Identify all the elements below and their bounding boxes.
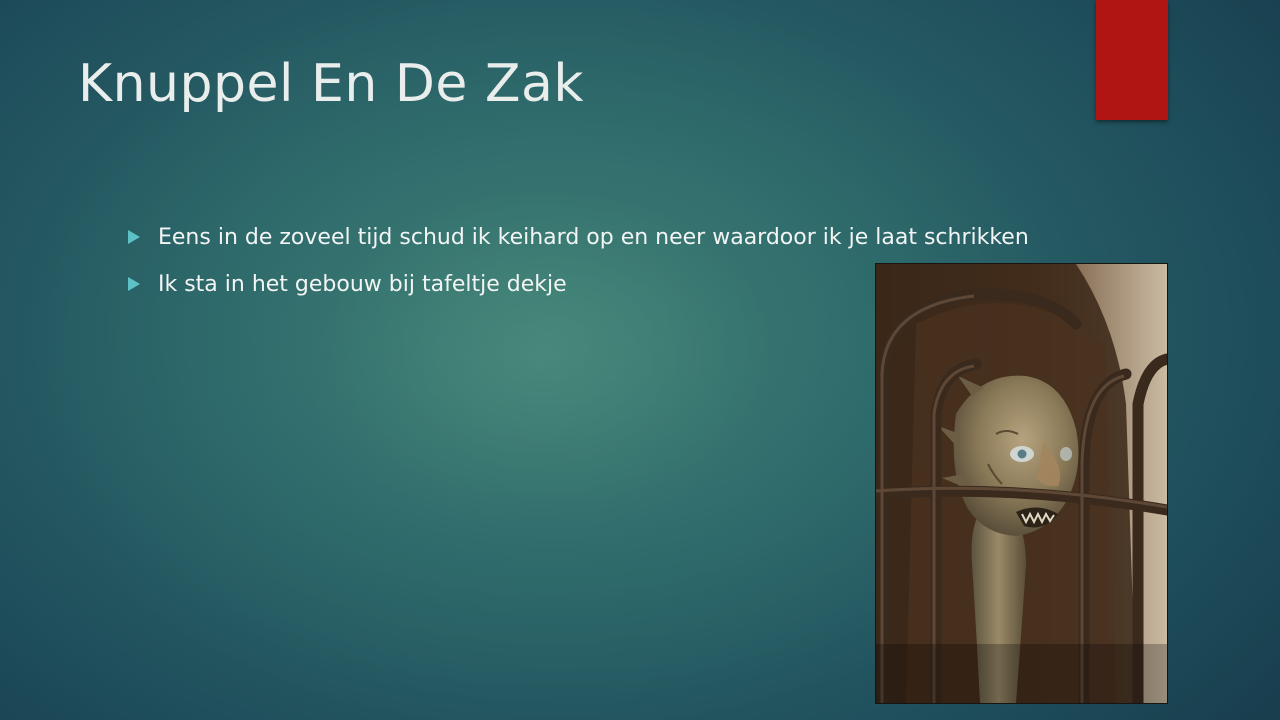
bullet-text: Eens in de zoveel tijd schud ik keihard … (158, 225, 1029, 250)
accent-tab (1096, 0, 1168, 120)
bullet-item: Eens in de zoveel tijd schud ik keihard … (128, 222, 1088, 253)
slide-photo (875, 263, 1168, 704)
carved-face-image (876, 264, 1167, 703)
triangle-right-icon (128, 277, 140, 291)
slide: Knuppel En De Zak Eens in de zoveel tijd… (0, 0, 1280, 720)
triangle-right-icon (128, 230, 140, 244)
bullet-text: Ik sta in het gebouw bij tafeltje dekje (158, 272, 567, 297)
slide-title: Knuppel En De Zak (78, 54, 585, 114)
